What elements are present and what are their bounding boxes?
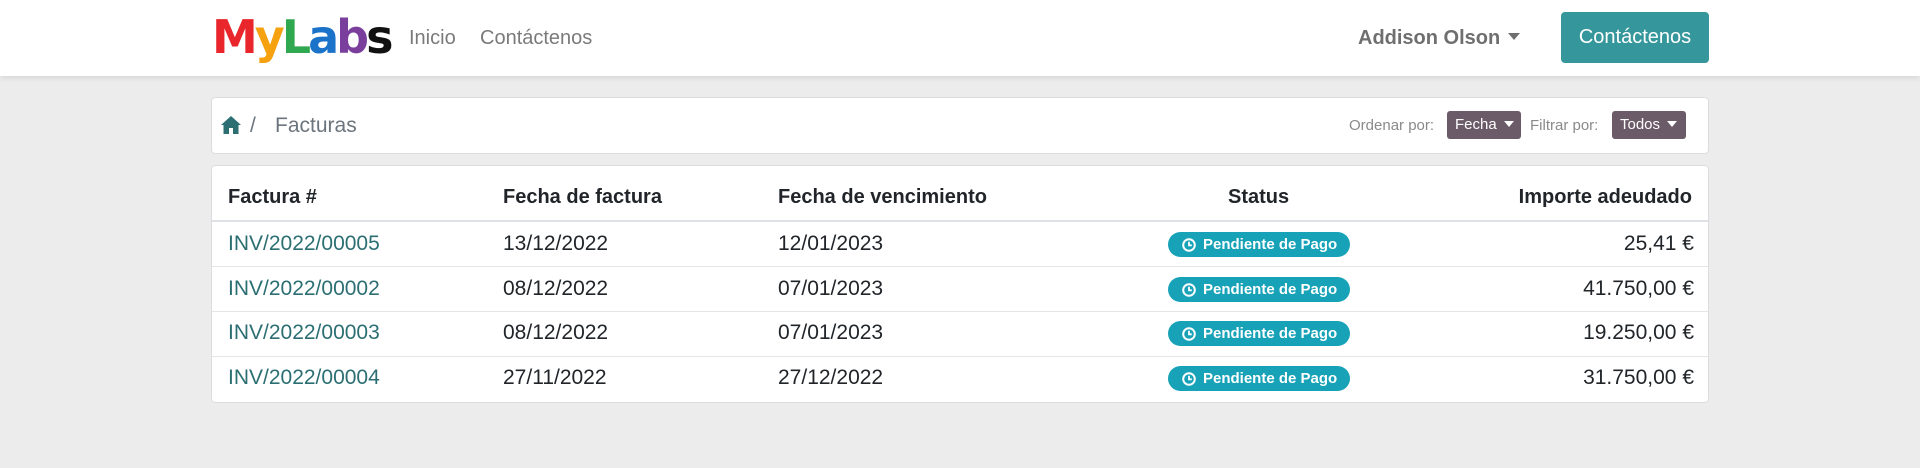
- header-amount-due[interactable]: Importe adeudado: [1519, 182, 1692, 212]
- home-icon[interactable]: [220, 115, 242, 135]
- status-badge: Pendiente de Pago: [1168, 366, 1350, 391]
- status-badge: Pendiente de Pago: [1168, 232, 1350, 257]
- amount-due: 19.250,00 €: [1583, 321, 1694, 344]
- table-row[interactable]: INV/2022/00005 13/12/2022 12/01/2023 Pen…: [212, 222, 1708, 267]
- invoice-date: 13/12/2022: [503, 232, 609, 255]
- clock-icon: [1182, 327, 1196, 341]
- mylabs-logo[interactable]: MyLabs: [212, 12, 394, 62]
- user-menu-dropdown[interactable]: Addison Olson: [1358, 26, 1521, 50]
- nav-link-contactenos[interactable]: Contáctenos: [480, 26, 592, 50]
- table-row[interactable]: INV/2022/00003 08/12/2022 07/01/2023 Pen…: [212, 311, 1708, 356]
- sort-dropdown[interactable]: Fecha: [1447, 111, 1521, 139]
- top-navbar: MyLabs Inicio Contáctenos Addison Olson …: [0, 0, 1920, 76]
- due-date: 12/01/2023: [778, 232, 884, 255]
- status-text: Pendiente de Pago: [1203, 281, 1338, 298]
- header-due-date[interactable]: Fecha de vencimiento: [778, 182, 987, 212]
- user-name: Addison Olson: [1358, 27, 1501, 49]
- invoice-link[interactable]: INV/2022/00003: [228, 320, 380, 346]
- nav-link-inicio[interactable]: Inicio: [409, 26, 456, 50]
- invoice-date: 08/12/2022: [503, 277, 609, 300]
- breadcrumb-current: Facturas: [275, 114, 357, 137]
- amount-due: 31.750,00 €: [1583, 366, 1694, 389]
- amount-due: 41.750,00 €: [1583, 277, 1694, 300]
- header-invoice[interactable]: Factura #: [228, 182, 317, 212]
- invoices-table: Factura # Fecha de factura Fecha de venc…: [211, 165, 1709, 403]
- clock-icon: [1182, 283, 1196, 297]
- status-text: Pendiente de Pago: [1203, 325, 1338, 342]
- breadcrumb-separator: /: [250, 114, 256, 137]
- invoice-link[interactable]: INV/2022/00004: [228, 365, 380, 391]
- amount-due: 25,41 €: [1623, 232, 1694, 255]
- clock-icon: [1182, 238, 1196, 252]
- clock-icon: [1182, 372, 1196, 386]
- due-date: 07/01/2023: [778, 277, 884, 300]
- invoice-date: 27/11/2022: [503, 366, 607, 389]
- sort-value: Fecha: [1455, 116, 1497, 133]
- table-row[interactable]: INV/2022/00002 08/12/2022 07/01/2023 Pen…: [212, 267, 1708, 312]
- status-badge: Pendiente de Pago: [1168, 277, 1350, 302]
- status-badge: Pendiente de Pago: [1168, 321, 1350, 346]
- invoice-link[interactable]: INV/2022/00002: [228, 276, 380, 302]
- invoice-date: 08/12/2022: [503, 321, 609, 344]
- due-date: 27/12/2022: [778, 366, 884, 389]
- header-status[interactable]: Status: [1228, 182, 1289, 212]
- header-invoice-date[interactable]: Fecha de factura: [503, 182, 662, 212]
- filter-dropdown[interactable]: Todos: [1612, 111, 1686, 139]
- caret-down-icon: [1667, 121, 1678, 127]
- status-text: Pendiente de Pago: [1203, 370, 1338, 387]
- caret-down-icon: [1508, 33, 1521, 40]
- due-date: 07/01/2023: [778, 321, 884, 344]
- filter-label: Filtrar por:: [1530, 117, 1599, 134]
- sort-label: Ordenar por:: [1349, 117, 1435, 134]
- table-row[interactable]: INV/2022/00004 27/11/2022 27/12/2022 Pen…: [212, 356, 1708, 401]
- status-text: Pendiente de Pago: [1203, 236, 1338, 253]
- breadcrumb-bar: / Facturas Ordenar por: Fecha Filtrar po…: [211, 97, 1709, 154]
- caret-down-icon: [1503, 121, 1514, 127]
- filter-value: Todos: [1620, 116, 1661, 133]
- contact-button[interactable]: Contáctenos: [1561, 12, 1709, 63]
- invoice-link[interactable]: INV/2022/00005: [228, 231, 380, 257]
